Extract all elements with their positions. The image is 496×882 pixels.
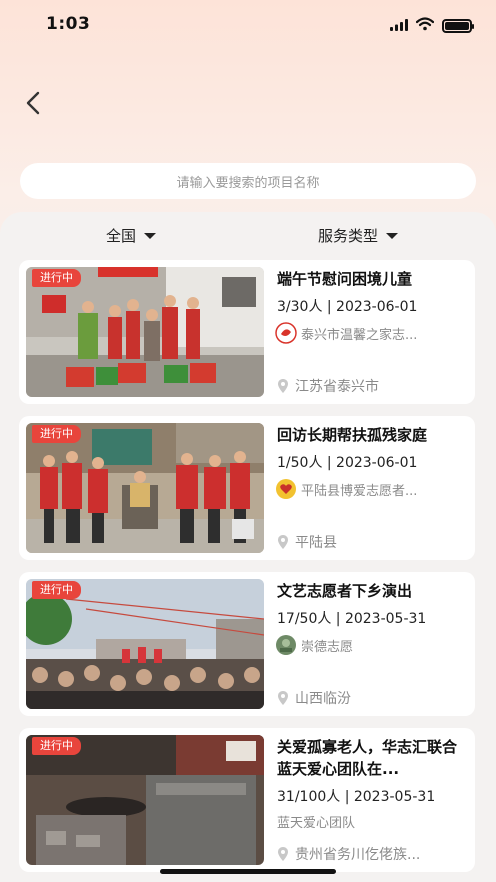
project-photo: 进行中 [26,735,264,865]
signal-icon [390,16,408,35]
project-count-date: 1/50人 | 2023-06-01 [277,455,418,471]
chevron-left-icon [26,91,40,115]
project-photo: 进行中 [26,579,264,709]
status-bar: 1:03 [0,0,496,50]
region-filter[interactable]: 全国 [106,225,157,246]
yellow-heart-logo-icon [276,479,296,499]
project-title: 回访长期帮扶孤残家庭 [277,426,428,444]
home-indicator [160,869,336,874]
service-type-filter-label: 服务类型 [318,227,379,245]
search-placeholder: 请输入要搜索的项目名称 [176,175,320,191]
location-name: 贵州省务川仡佬族... [295,847,421,863]
project-photo: 进行中 [26,267,264,397]
project-count-date: 3/30人 | 2023-06-01 [277,299,418,315]
status-badge: 进行中 [32,581,81,599]
status-badge: 进行中 [32,269,81,287]
location: 江苏省泰兴市 [277,376,467,396]
project-title: 端午节慰问困境儿童 [277,270,413,288]
organization[interactable]: 泰兴市温馨之家志... [275,322,465,344]
red-swirl-logo-icon [275,322,297,344]
status-time: 1:03 [46,14,91,34]
location: 贵州省务川仡佬族... [277,844,467,864]
organization[interactable]: 崇德志愿 [275,634,465,656]
project-title: 关爱孤寡老人，华志汇联合蓝天爱心团队在... [277,738,458,778]
project-count-date: 17/50人 | 2023-05-31 [277,611,427,627]
organization[interactable]: 蓝天爱心团队 [275,812,465,831]
region-filter-label: 全国 [106,227,137,245]
caret-down-icon [386,232,399,239]
caret-down-icon [144,232,157,239]
location-name: 江苏省泰兴市 [295,379,379,395]
organization-name: 蓝天爱心团队 [277,816,356,831]
filter-bar: 全国 服务类型 [0,225,496,251]
location-pin-icon [278,847,288,861]
service-type-filter[interactable]: 服务类型 [318,225,399,246]
location-pin-icon [278,535,288,549]
status-icons [390,16,474,35]
location: 平陆县 [277,532,467,552]
project-card[interactable]: 进行中 关爱孤寡老人，华志汇联合蓝天爱心团队在... 31/100人 | 202… [19,728,475,872]
organization[interactable]: 平陆县博爱志愿者... [275,478,465,500]
search-input[interactable]: 请输入要搜索的项目名称 [20,163,476,199]
battery-icon [442,18,474,33]
project-title: 文艺志愿者下乡演出 [277,582,413,600]
location-name: 山西临汾 [295,691,351,707]
status-badge: 进行中 [32,737,81,755]
project-card[interactable]: 进行中 文艺志愿者下乡演出 17/50人 | 2023-05-31 崇德志愿 山… [19,572,475,716]
green-photo-logo-icon [276,635,296,655]
project-card[interactable]: 进行中 回访长期帮扶孤残家庭 1/50人 | 2023-06-01 平陆县博爱志… [19,416,475,560]
wifi-icon [415,16,435,35]
project-count-date: 31/100人 | 2023-05-31 [277,789,436,805]
organization-name: 泰兴市温馨之家志... [301,327,418,343]
location-name: 平陆县 [295,535,337,551]
project-photo: 进行中 [26,423,264,553]
project-card[interactable]: 进行中 端午节慰问困境儿童 3/30人 | 2023-06-01 泰兴市温馨之家… [19,260,475,404]
organization-name: 崇德志愿 [301,639,354,655]
location: 山西临汾 [277,688,467,708]
location-pin-icon [278,379,288,393]
organization-name: 平陆县博爱志愿者... [301,483,418,499]
back-button[interactable] [18,88,48,118]
status-badge: 进行中 [32,425,81,443]
location-pin-icon [278,691,288,705]
